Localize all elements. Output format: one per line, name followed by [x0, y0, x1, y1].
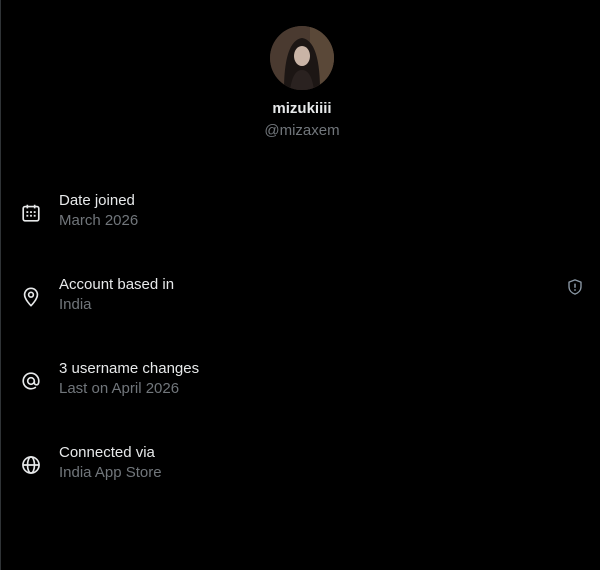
connected-via-value: India App Store	[59, 464, 162, 481]
account-location-row: Account based in India	[0, 276, 600, 320]
location-pin-icon	[23, 287, 39, 307]
date-joined-row: Date joined March 2026	[0, 192, 600, 236]
avatar-image	[270, 26, 334, 90]
username-changes-row: 3 username changes Last on April 2026	[0, 360, 600, 404]
date-joined-value: March 2026	[59, 212, 139, 229]
about-account-panel: mizukiiii @mizaxem Date joined March 202…	[0, 0, 600, 570]
at-sign-icon	[22, 372, 40, 390]
date-joined-label: Date joined	[59, 192, 135, 209]
globe-icon	[22, 456, 40, 474]
profile-header: mizukiiii @mizaxem	[0, 26, 600, 140]
display-name: mizukiiii	[272, 100, 332, 117]
account-location-value: India	[59, 296, 92, 313]
calendar-icon	[22, 204, 40, 222]
shield-info-icon[interactable]	[566, 278, 584, 296]
username-handle: @mizaxem	[264, 122, 340, 139]
connected-via-label: Connected via	[59, 444, 155, 461]
connected-via-row: Connected via India App Store	[0, 444, 600, 488]
username-changes-label: 3 username changes	[59, 360, 200, 377]
avatar[interactable]	[270, 26, 334, 90]
username-changes-value: Last on April 2026	[59, 380, 180, 397]
account-location-label: Account based in	[59, 276, 175, 293]
